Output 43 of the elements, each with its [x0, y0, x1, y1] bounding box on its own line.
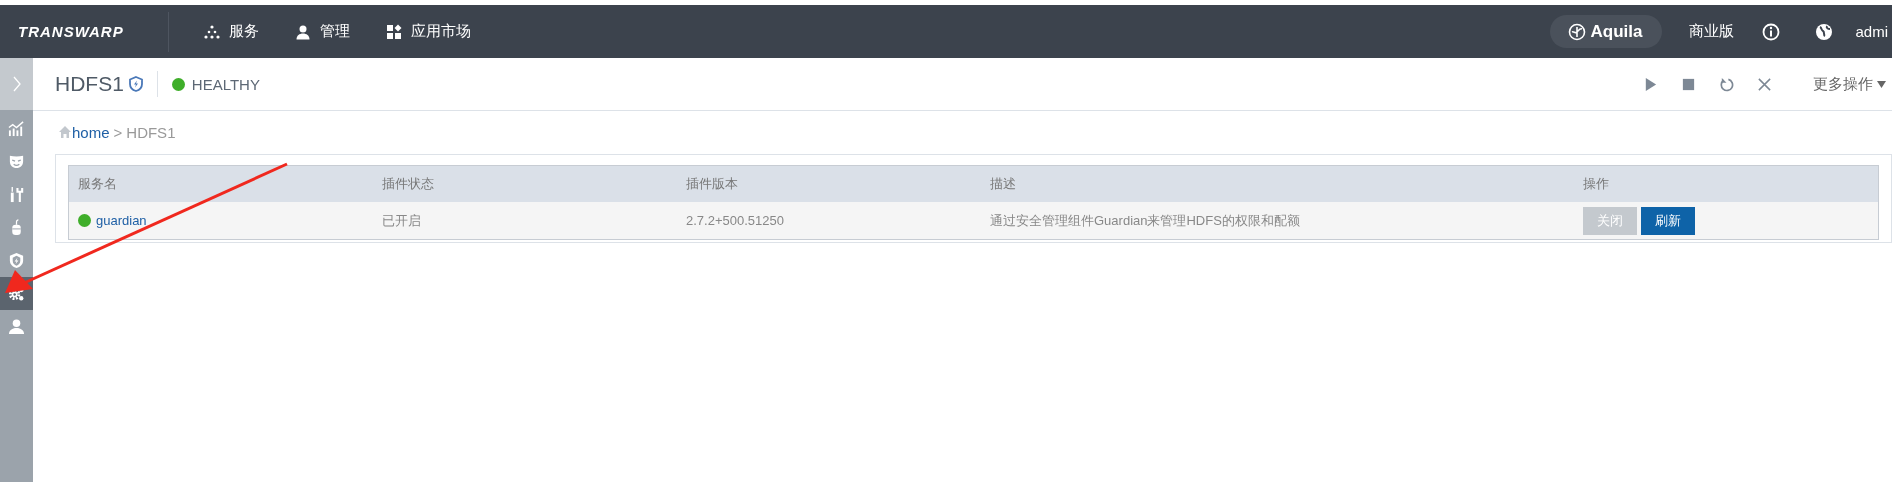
logo[interactable]: TRANSWARP	[18, 23, 168, 40]
info-icon[interactable]	[1762, 22, 1781, 41]
plugin-link[interactable]: guardian	[96, 213, 147, 228]
breadcrumb-link[interactable]: home	[72, 123, 110, 141]
action-button[interactable]: 刷新	[1641, 206, 1695, 235]
column-header: 操作	[1574, 165, 1879, 202]
stop-icon[interactable]	[1681, 76, 1696, 92]
column-header: 插件状态	[373, 165, 677, 202]
breadcrumb-current: HDFS1	[126, 123, 176, 141]
edition-label: 商业版	[1689, 22, 1735, 41]
chart-icon	[8, 120, 25, 137]
nodes-icon	[204, 23, 220, 40]
user-icon	[8, 318, 25, 335]
table-cell: 2.7.2+500.51250	[677, 202, 981, 240]
close-icon[interactable]	[1757, 76, 1772, 92]
shield-icon	[128, 76, 143, 92]
nav-item[interactable]: 服务	[204, 22, 259, 41]
column-header: 服务名	[68, 165, 373, 202]
user-icon	[295, 23, 311, 40]
nav-item[interactable]: 应用市场	[386, 22, 471, 41]
caret-icon	[1877, 80, 1886, 88]
nav-item[interactable]: 管理	[295, 22, 350, 41]
product-button[interactable]: Aquila	[1549, 15, 1663, 48]
service-title: HDFS1	[55, 72, 124, 96]
tools-icon	[8, 186, 25, 203]
shield-icon	[8, 252, 25, 269]
user-name[interactable]: admi	[1855, 23, 1888, 40]
globe-icon[interactable]	[1815, 22, 1834, 41]
chevron-right-icon	[11, 75, 22, 93]
home-icon	[58, 125, 72, 139]
table-cell: 通过安全管理组件Guardian来管理HDFS的权限和配额	[981, 202, 1574, 240]
status-dot	[171, 77, 185, 91]
logo-icon	[1567, 22, 1586, 41]
health-status: HEALTHY	[191, 75, 260, 93]
column-header: 插件版本	[677, 165, 981, 202]
column-header: 描述	[981, 165, 1574, 202]
apps-icon	[386, 23, 402, 40]
play-icon[interactable]	[1643, 76, 1658, 92]
restart-icon[interactable]	[1719, 76, 1734, 92]
table-cell: 已开启	[373, 202, 677, 240]
breadcrumb-separator: >	[113, 123, 123, 141]
more-actions-button[interactable]: 更多操作	[1813, 74, 1886, 94]
mask-icon	[8, 153, 25, 170]
